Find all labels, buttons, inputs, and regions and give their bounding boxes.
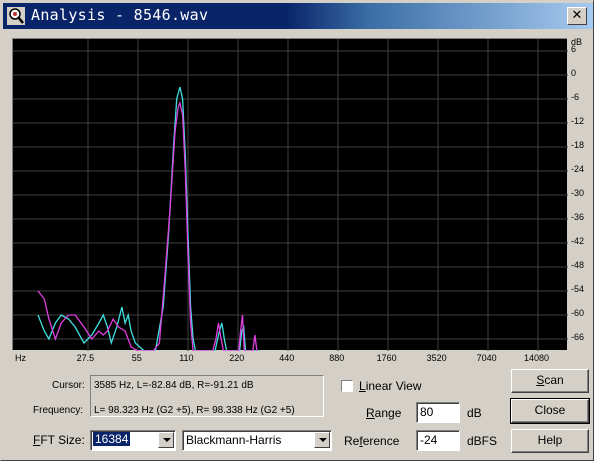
search-icon bbox=[7, 7, 25, 25]
y-tick-label: -66 bbox=[571, 332, 585, 342]
y-tick-label: -12 bbox=[571, 116, 585, 126]
x-tick-label: 110 bbox=[179, 353, 194, 363]
cursor-label: Cursor: bbox=[52, 380, 85, 391]
fft-size-select[interactable]: 16384 bbox=[90, 430, 176, 451]
scan-button[interactable]: Scan bbox=[511, 369, 589, 393]
right-channel-line bbox=[37, 100, 258, 352]
close-icon: ✕ bbox=[571, 8, 583, 23]
x-tick-label: 14080 bbox=[524, 353, 550, 363]
fft-size-label: FFT Size: bbox=[33, 433, 85, 447]
y-tick-label: -18 bbox=[571, 140, 585, 150]
y-tick-label: 0 bbox=[571, 68, 577, 78]
x-tick-label: 220 bbox=[229, 353, 245, 363]
fft-size-value: 16384 bbox=[93, 432, 131, 446]
analysis-window: Analysis - 8546.wav ✕ dB 6 0 -6 -12 -18 -24 -30… bbox=[0, 0, 594, 461]
x-axis-unit: Hz bbox=[15, 353, 26, 363]
y-tick-label: 6 bbox=[571, 44, 577, 54]
linear-view-checkbox[interactable] bbox=[341, 380, 353, 392]
cursor-readout: 3585 Hz, L=-82.84 dB, R=-91.21 dB bbox=[94, 380, 254, 391]
linear-view-label[interactable]: Linear View bbox=[359, 379, 422, 393]
x-tick-label: 3520 bbox=[426, 353, 447, 363]
spectrum-plot[interactable] bbox=[12, 38, 568, 352]
reference-label: Reference bbox=[344, 434, 400, 448]
reference-unit: dBFS bbox=[467, 434, 498, 448]
help-button[interactable]: Help bbox=[511, 429, 589, 453]
range-input[interactable]: 80 bbox=[416, 402, 460, 423]
x-tick-label: 1760 bbox=[376, 353, 397, 363]
reference-input[interactable]: -24 bbox=[416, 430, 460, 451]
y-tick-label: -48 bbox=[571, 260, 585, 270]
x-tick-label: 880 bbox=[329, 353, 345, 363]
x-tick-label: 55 bbox=[131, 353, 142, 363]
frequency-label: Frequency: bbox=[33, 405, 84, 416]
y-tick-label: -24 bbox=[571, 164, 585, 174]
y-tick-label: -36 bbox=[571, 212, 585, 222]
fft-window-value: Blackmann-Harris bbox=[186, 433, 282, 447]
spectrum-chart bbox=[13, 39, 568, 352]
x-tick-label: 27.5 bbox=[76, 353, 95, 363]
y-tick-label: -42 bbox=[571, 236, 585, 246]
range-label: Range bbox=[366, 406, 402, 420]
range-unit: dB bbox=[467, 406, 482, 420]
y-tick-label: -30 bbox=[571, 188, 585, 198]
x-tick-label: 440 bbox=[279, 353, 295, 363]
x-tick-label: 7040 bbox=[476, 353, 497, 363]
frequency-readout: L= 98.323 Hz (G2 +5), R= 98.338 Hz (G2 +… bbox=[94, 405, 295, 416]
y-tick-label: -6 bbox=[571, 92, 580, 102]
title-bar[interactable]: Analysis - 8546.wav ✕ bbox=[3, 3, 593, 29]
close-window-button[interactable]: ✕ bbox=[567, 7, 587, 25]
chevron-down-icon[interactable] bbox=[314, 432, 330, 448]
y-tick-label: -54 bbox=[571, 284, 585, 294]
y-tick-label: -60 bbox=[571, 308, 585, 318]
fft-window-select[interactable]: Blackmann-Harris bbox=[182, 430, 332, 451]
chevron-down-icon[interactable] bbox=[158, 432, 174, 448]
window-title: Analysis - 8546.wav bbox=[31, 6, 209, 24]
close-button[interactable]: Close bbox=[510, 398, 590, 424]
